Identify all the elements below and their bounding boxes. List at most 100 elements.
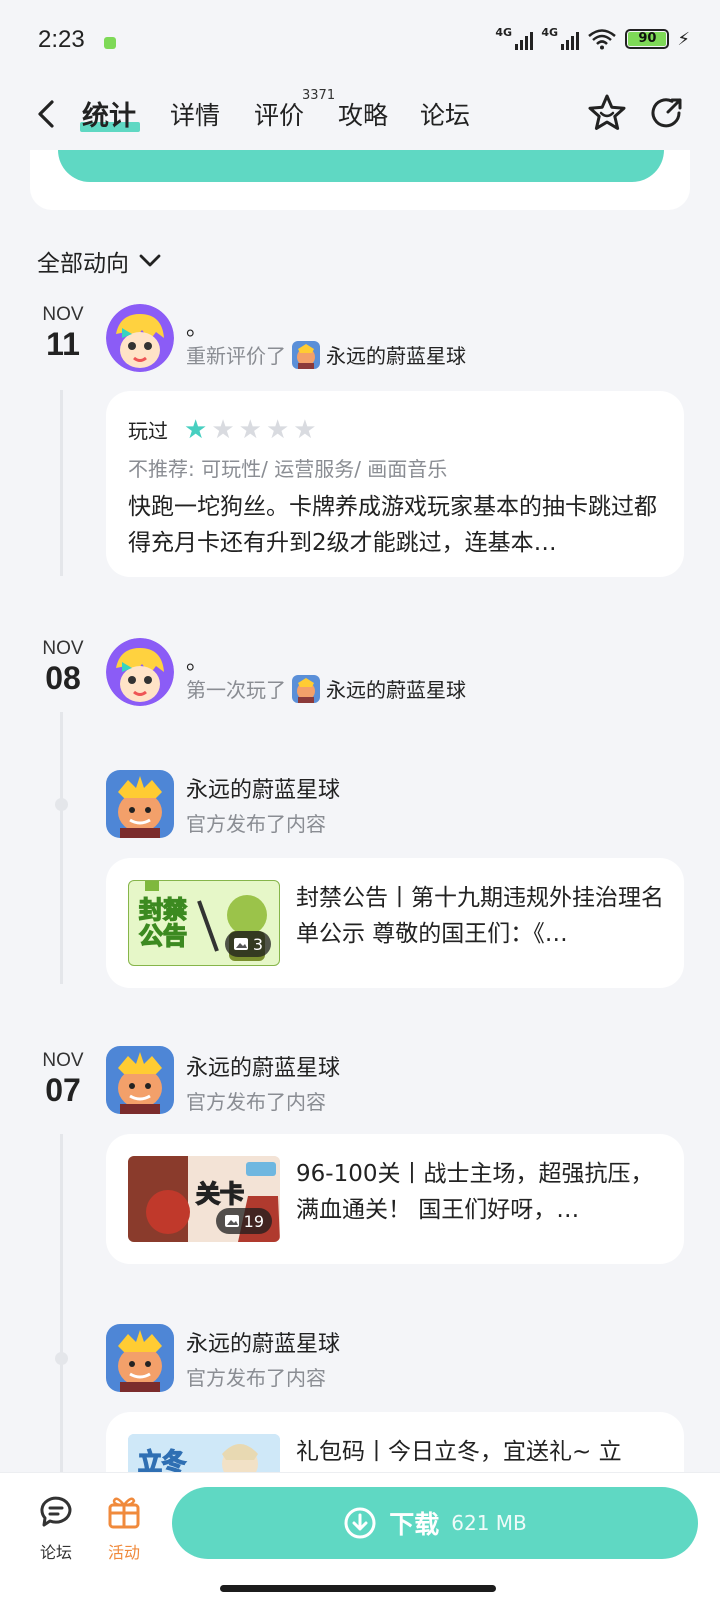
tab-guides[interactable]: 攻略 [338,96,388,132]
chevron-down-icon [139,254,161,267]
publisher-name[interactable]: 永远的蔚蓝星球 [186,1050,340,1082]
timeline-line [60,390,63,576]
tab-details[interactable]: 详情 [170,96,220,132]
activity-description: 官方发布了内容 [186,1366,326,1390]
date-month: NOV [42,638,84,659]
timeline-dot [55,798,68,811]
image-count: 19 [243,1211,264,1231]
activity-description: 重新评价了 永远的蔚蓝星球 [186,340,466,369]
star-icon: ★ [238,414,262,445]
avatar[interactable] [106,638,174,706]
thumbnail-title: 关卡 [195,1179,245,1209]
activity-description: 官方发布了内容 [186,1090,326,1114]
publisher-name[interactable]: 永远的蔚蓝星球 [186,1326,340,1358]
review-tags: 不推荐: 可玩性/ 运营服务/ 画面音乐 [128,457,448,481]
summary-card-button[interactable] [58,150,664,182]
activity-description: 第一次玩了 永远的蔚蓝星球 [186,674,466,703]
favorite-star-icon[interactable] [586,92,628,134]
event-label: 活动 [107,1543,140,1562]
date-day: 08 [45,660,81,696]
game-icon[interactable] [106,1046,174,1114]
timeline-line [60,1134,63,1480]
post-thumbnail: 封禁公告 3 [128,880,280,966]
tab-forum[interactable]: 论坛 [420,96,470,132]
signal-icon-2: 4G [541,26,580,50]
date-label: NOV 11 [38,304,88,363]
activity-filter[interactable]: 全部动向 [37,244,161,278]
signal-icon: 4G [495,26,534,50]
post-thumbnail: 关卡 19 [128,1156,280,1242]
action-text: 重新评价了 [186,344,286,368]
game-name[interactable]: 永远的蔚蓝星球 [326,340,466,369]
event-button[interactable]: 活动 [94,1491,154,1563]
gift-icon [108,1497,140,1529]
game-mini-icon [292,340,320,369]
date-day: 11 [46,326,80,362]
image-icon [224,1215,239,1227]
user-name[interactable]: 。 [186,310,208,342]
image-count: 3 [252,934,263,954]
download-button[interactable]: 下载 621 MB [172,1487,698,1559]
back-icon[interactable] [30,96,66,132]
star-icon: ★ [211,414,235,445]
timeline-dot [55,1352,68,1365]
network-type: 4G [495,26,513,39]
play-status: 玩过 [128,419,168,443]
timeline-line [60,712,63,984]
review-count-badge: 3371 [302,88,336,103]
network-type-2: 4G [541,26,559,39]
star-icon: ★ [265,414,290,445]
bottom-action-bar: 论坛 活动 下载 621 MB [0,1472,720,1602]
date-day: 07 [45,1072,81,1108]
star-icon: ★ [293,414,317,445]
game-mini-icon [292,674,320,703]
post-card[interactable]: 封禁公告 3 封禁公告丨第十九期违规外挂治理名单公示 尊敬的国王们：《… [106,858,684,988]
status-bar: 2:23 4G 4G 90 ⚡ [0,0,720,80]
battery-level: 90 [628,32,667,46]
top-nav: 统计 详情 评价 3371 攻略 论坛 [0,80,720,154]
share-icon[interactable] [646,92,688,134]
image-count-badge: 19 [215,1208,272,1234]
post-text: 封禁公告丨第十九期违规外挂治理名单公示 尊敬的国王们：《… [296,885,664,947]
action-text: 第一次玩了 [186,678,286,702]
date-label: NOV 07 [38,1050,88,1109]
battery-icon: 90 [625,29,670,49]
filter-label: 全部动向 [37,251,129,277]
wifi-icon [588,29,617,50]
star-icon: ★ [184,414,208,445]
rating-stars: ★ ★ ★ ★ ★ [184,417,317,443]
forum-button[interactable]: 论坛 [26,1491,86,1563]
status-icons: 4G 4G 90 ⚡ [495,26,690,50]
status-time: 2:23 [38,26,85,53]
date-month: NOV [42,1050,84,1071]
forum-chat-icon [40,1496,72,1527]
download-label: 下载 [389,1510,440,1539]
game-name[interactable]: 永远的蔚蓝星球 [326,674,466,703]
image-icon [233,938,248,950]
user-name[interactable]: 。 [186,644,208,676]
tab-reviews[interactable]: 评价 [254,96,304,132]
post-text: 礼包码丨今日立冬，宜送礼~ 立 [296,1439,622,1465]
publisher-name[interactable]: 永远的蔚蓝星球 [186,772,340,804]
download-icon [344,1507,376,1539]
review-text: 快跑一坨狗丝。卡牌养成游戏玩家基本的抽卡跳过都得充月卡还有升到2级才能跳过，连基… [128,494,657,556]
notification-icon [104,37,116,49]
charging-icon: ⚡ [677,28,690,50]
summary-card [30,150,690,210]
thumbnail-title: 封禁公告 [138,896,188,950]
review-card[interactable]: 玩过 ★ ★ ★ ★ ★ 不推荐: 可玩性/ 运营服务/ 画面音乐 快跑一坨狗丝… [106,391,684,577]
post-text: 96-100关丨战士主场，超强抗压，满血通关！ 国王们好呀，… [296,1161,654,1223]
date-month: NOV [42,304,84,325]
tab-stats[interactable]: 统计 [82,94,136,133]
home-indicator[interactable] [220,1585,496,1592]
forum-label: 论坛 [39,1543,72,1562]
download-size: 621 MB [451,1511,527,1535]
date-label: NOV 08 [38,638,88,697]
activity-description: 官方发布了内容 [186,812,326,836]
review-status: 玩过 ★ ★ ★ ★ ★ [128,415,317,444]
game-icon[interactable] [106,770,174,838]
image-count-badge: 3 [224,931,271,957]
game-icon[interactable] [106,1324,174,1392]
post-card[interactable]: 关卡 19 96-100关丨战士主场，超强抗压，满血通关！ 国王们好呀，… [106,1134,684,1264]
avatar[interactable] [106,304,174,372]
